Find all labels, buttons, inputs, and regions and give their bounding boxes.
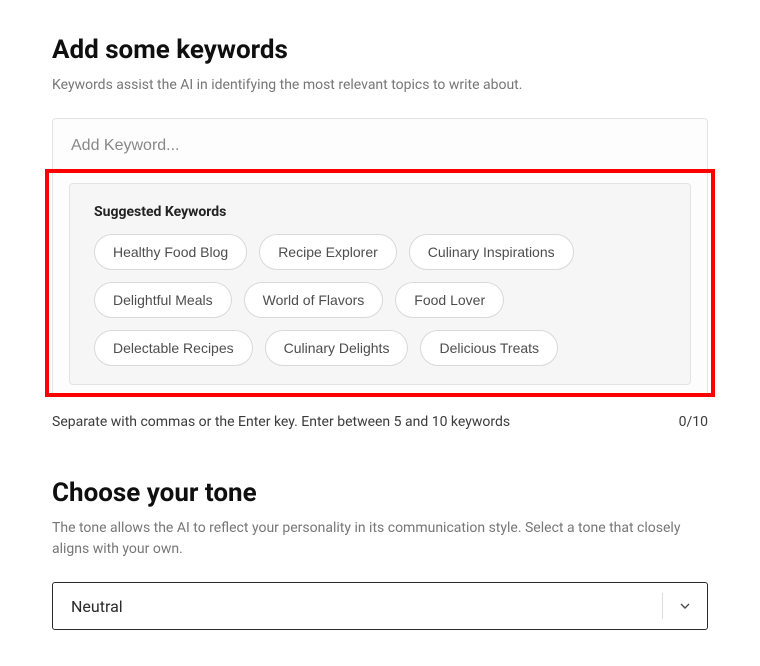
keywords-counter: 0/10	[679, 414, 708, 430]
keyword-input[interactable]	[53, 119, 707, 171]
suggested-chip[interactable]: Healthy Food Blog	[94, 234, 247, 270]
suggested-chip[interactable]: Delectable Recipes	[94, 330, 253, 366]
suggested-chip-rows: Healthy Food Blog Recipe Explorer Culina…	[94, 234, 666, 366]
chevron-down-icon[interactable]	[663, 583, 707, 629]
suggested-chip[interactable]: Culinary Delights	[265, 330, 409, 366]
suggested-keywords-box: Suggested Keywords Healthy Food Blog Rec…	[69, 183, 691, 385]
suggested-keywords-title: Suggested Keywords	[94, 204, 666, 220]
suggested-chip[interactable]: Culinary Inspirations	[409, 234, 574, 270]
tone-selected-value: Neutral	[53, 583, 662, 629]
tone-subtitle: The tone allows the AI to reflect your p…	[52, 518, 708, 560]
keyword-card: Suggested Keywords Healthy Food Blog Rec…	[52, 118, 708, 396]
suggested-chip[interactable]: World of Flavors	[244, 282, 384, 318]
keywords-subtitle: Keywords assist the AI in identifying th…	[52, 75, 708, 96]
keywords-helper-row: Separate with commas or the Enter key. E…	[52, 414, 708, 430]
chip-row: Delightful Meals World of Flavors Food L…	[94, 282, 666, 318]
chip-row: Delectable Recipes Culinary Delights Del…	[94, 330, 666, 366]
chip-row: Healthy Food Blog Recipe Explorer Culina…	[94, 234, 666, 270]
tone-title: Choose your tone	[52, 478, 708, 508]
suggested-highlight: Suggested Keywords Healthy Food Blog Rec…	[45, 169, 715, 397]
suggested-chip[interactable]: Delightful Meals	[94, 282, 232, 318]
tone-select[interactable]: Neutral	[52, 582, 708, 630]
keywords-title: Add some keywords	[52, 35, 708, 65]
keywords-helper-text: Separate with commas or the Enter key. E…	[52, 414, 510, 430]
suggested-chip[interactable]: Delicious Treats	[420, 330, 558, 366]
suggested-chip[interactable]: Recipe Explorer	[259, 234, 397, 270]
suggested-chip[interactable]: Food Lover	[395, 282, 504, 318]
